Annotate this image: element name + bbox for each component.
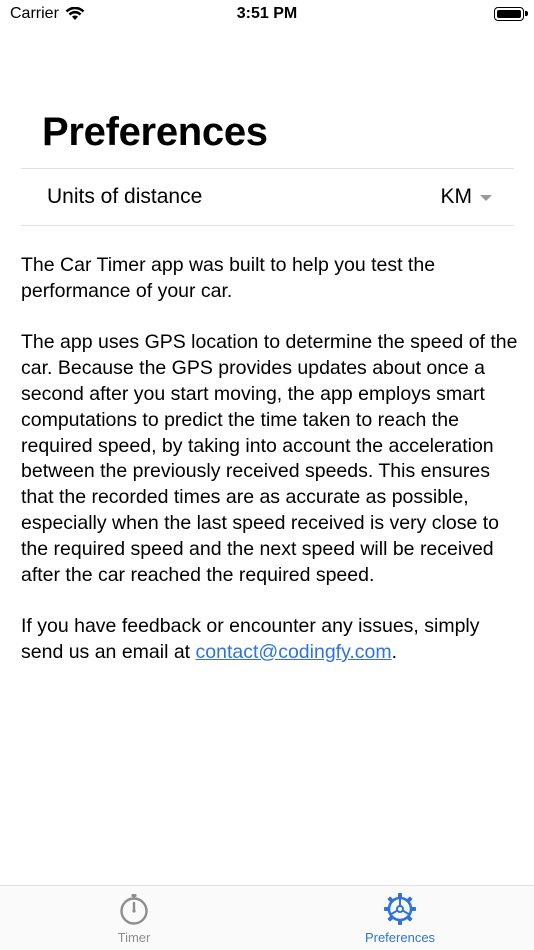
- chevron-down-icon: [480, 195, 492, 201]
- contact-email-link[interactable]: contact@codingfy.com: [196, 641, 392, 663]
- tab-bar: Timer Preferences: [0, 885, 534, 950]
- stopwatch-icon: [120, 894, 148, 925]
- status-bar: Carrier 3:51 PM: [0, 0, 534, 28]
- tab-timer-label: Timer: [117, 930, 151, 945]
- units-of-distance-select[interactable]: KM: [440, 185, 492, 209]
- app-description: The Car Timer app was built to help you …: [21, 253, 521, 692]
- description-paragraph: The Car Timer app was built to help you …: [21, 254, 436, 302]
- page-title: Preferences: [42, 110, 268, 154]
- units-of-distance-value: KM: [440, 185, 473, 208]
- description-paragraph: The app uses GPS location to determine t…: [21, 331, 518, 586]
- feedback-paragraph: If you have feedback or encounter any is…: [21, 614, 521, 666]
- tab-preferences[interactable]: Preferences: [325, 892, 475, 945]
- feedback-suffix: .: [391, 640, 398, 663]
- battery-icon: [494, 7, 528, 21]
- gear-icon: [384, 893, 416, 925]
- tab-timer[interactable]: Timer: [59, 892, 209, 945]
- units-of-distance-row[interactable]: Units of distance KM: [21, 168, 514, 226]
- tab-preferences-label: Preferences: [364, 930, 436, 945]
- units-of-distance-label: Units of distance: [47, 185, 203, 208]
- status-time: 3:51 PM: [236, 5, 298, 22]
